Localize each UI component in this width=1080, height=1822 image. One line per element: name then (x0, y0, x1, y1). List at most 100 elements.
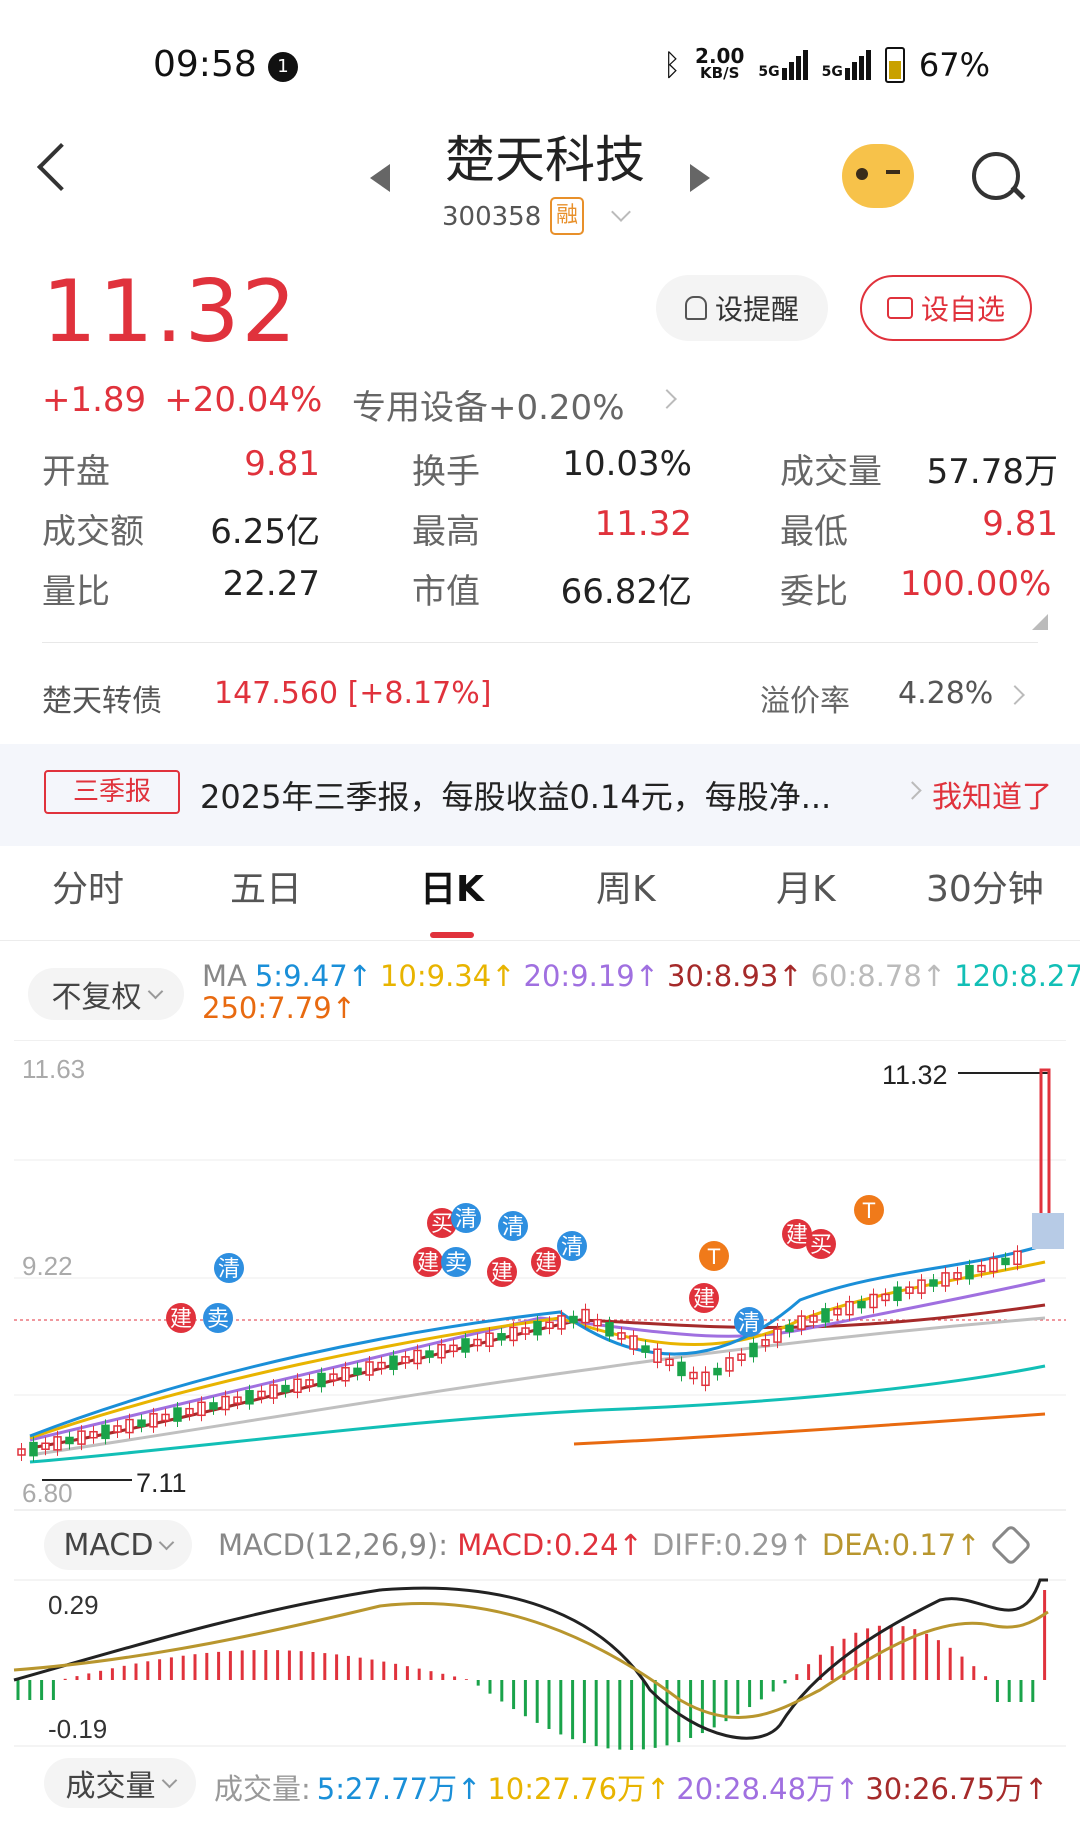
ma-legend-item: 120:8.27↑ (954, 959, 1080, 993)
chevron-down-icon (161, 1772, 177, 1788)
stat-label: 委比 (780, 572, 848, 612)
tab-intraday[interactable]: 分时 (52, 860, 124, 912)
signal-badge-text: T (707, 1244, 720, 1269)
margin-badge: 融 (550, 197, 584, 235)
dismiss-banner-button[interactable]: 我知道了 (932, 772, 1052, 816)
ma120-line (29, 1364, 1046, 1464)
stat-label: 开盘 (42, 452, 110, 492)
stat-label: 换手 (412, 452, 480, 492)
next-stock-icon[interactable] (690, 164, 710, 192)
volume-legend: 成交量: 5:27.77万↑ 10:27.76万↑ 20:28.48万↑ 30:26.7… (214, 1766, 1054, 1808)
chevron-down-icon[interactable] (611, 202, 631, 222)
signal-badge-text: T (862, 1198, 875, 1223)
volume-selector[interactable]: 成交量 (44, 1758, 196, 1808)
latest-candle (1039, 1068, 1051, 1232)
prev-stock-icon[interactable] (370, 164, 390, 192)
dea-value: DEA:0.17↑ (821, 1528, 981, 1562)
chevron-down-icon (159, 1534, 175, 1550)
battery-icon (884, 47, 905, 83)
chevron-right-icon[interactable] (1005, 685, 1025, 705)
ma-legend-item: MA (202, 959, 247, 993)
signal-badge-text: 清 (738, 1310, 760, 1335)
signal-badge-text: 建 (417, 1250, 439, 1275)
macd-y-high: 0.29 (48, 1590, 99, 1620)
stat-value: 9.81 (982, 504, 1058, 544)
stat-label: 成交量 (780, 452, 882, 492)
divider (42, 642, 1038, 643)
stat-value: 6.25亿 (210, 512, 320, 552)
signal-badge-text: 卖 (207, 1306, 229, 1331)
premium-value: 4.28% (898, 676, 994, 711)
convertible-name[interactable]: 楚天转债 (42, 676, 162, 720)
back-icon[interactable] (36, 142, 86, 192)
stat-value: 57.78万 (926, 452, 1058, 492)
stat-label: 量比 (42, 572, 110, 612)
tab-five-day[interactable]: 五日 (230, 860, 302, 912)
price-cursor-box (1032, 1213, 1064, 1249)
signal-badge-text: 买 (431, 1211, 453, 1236)
convertible-value: 147.560 [+8.17%] (214, 676, 492, 711)
signal-badge-text: 清 (561, 1234, 583, 1259)
diff-line (13, 1578, 1048, 1740)
sector-link[interactable]: 专用设备+0.20% (352, 380, 625, 429)
ma-legend: MA 5:9.47↑ 10:9.34↑ 20:9.19↑ 30:8.93↑ 60:8.78… (202, 959, 1080, 1024)
volume-selector-label: 成交量 (65, 1769, 156, 1804)
notification-badge: 1 (268, 52, 298, 82)
y-axis-low: 6.80 (22, 1478, 73, 1508)
tab-daily-k[interactable]: 日K (420, 860, 484, 912)
ma-legend-item: 20:9.19↑ (523, 959, 660, 993)
stat-label: 市值 (412, 572, 480, 612)
stat-label: 最低 (780, 512, 848, 552)
adjust-selector[interactable]: 不复权 (28, 968, 184, 1020)
battery-percent: 67% (918, 46, 990, 84)
macd-bars-group (16, 1590, 1047, 1750)
volume-legend-item: 20:28.48万↑ (676, 1772, 860, 1806)
search-icon[interactable] (972, 152, 1020, 200)
signal-badge-text: 建 (491, 1260, 513, 1285)
y-axis-high: 11.63 (22, 1054, 85, 1084)
tab-30min[interactable]: 30分钟 (926, 860, 1044, 912)
signal-badge-text: 买 (810, 1232, 832, 1257)
add-watchlist-button[interactable]: 设自选 (860, 275, 1032, 341)
watchlist-icon (886, 297, 913, 319)
ma250-line (573, 1412, 1046, 1446)
divider (0, 940, 1080, 941)
banner-tag: 三季报 (44, 770, 180, 814)
max-price-marker: 11.32 (882, 1060, 948, 1090)
banner-text[interactable]: 2025年三季报，每股收益0.14元，每股净... (200, 772, 880, 818)
volume-legend-item: 30:26.75万↑ (865, 1772, 1049, 1806)
stock-name: 楚天科技 (445, 131, 645, 189)
signal-icon: 5G (758, 50, 808, 80)
set-alert-button[interactable]: 设提醒 (656, 275, 828, 341)
tab-monthly-k[interactable]: 月K (776, 860, 836, 912)
signal-icon-2: 5G (822, 50, 871, 80)
expand-corner-icon[interactable] (1032, 614, 1048, 630)
volume-legend-item: 5:27.77万↑ (316, 1772, 482, 1806)
adjust-label: 不复权 (51, 980, 142, 1015)
period-tabs: 分时 五日 日K 周K 月K 30分钟 (0, 860, 1080, 938)
price-change: +1.89 +20.04% (42, 380, 340, 420)
bell-icon (684, 296, 707, 320)
min-price-marker: 7.11 (136, 1468, 187, 1498)
bluetooth-icon: ᛒ (663, 47, 682, 83)
y-axis-mid: 9.22 (22, 1251, 73, 1281)
chevron-right-icon[interactable] (657, 389, 677, 409)
stat-value: 11.32 (594, 504, 692, 544)
mascot-icon[interactable] (842, 144, 914, 208)
diff-value: DIFF:0.29↑ (652, 1528, 813, 1562)
change-percent: +20.04% (164, 380, 323, 420)
tab-weekly-k[interactable]: 周K (596, 860, 656, 912)
current-price: 11.32 (42, 262, 299, 362)
kline-chart[interactable]: 11.63 9.22 6.80 11.32 7.11 建 卖 清 买 清 建 卖… (0, 1040, 1080, 1822)
net-speed: 2.00 KB/S (695, 44, 745, 82)
indicator-selector[interactable]: MACD (44, 1520, 192, 1570)
signal-badge-text: 清 (455, 1206, 477, 1231)
signal-badge-text: 建 (693, 1286, 715, 1311)
stat-value: 10.03% (562, 444, 692, 484)
ma-legend-item: 5:9.47↑ (254, 959, 372, 993)
signal-badge-text: 清 (218, 1256, 240, 1281)
signal-badge-text: 建 (170, 1306, 192, 1331)
status-icons: ᛒ 2.00 KB/S 5G 5G 67% (663, 46, 990, 84)
stock-code: 300358 (442, 202, 542, 232)
stat-value: 22.27 (222, 564, 320, 604)
